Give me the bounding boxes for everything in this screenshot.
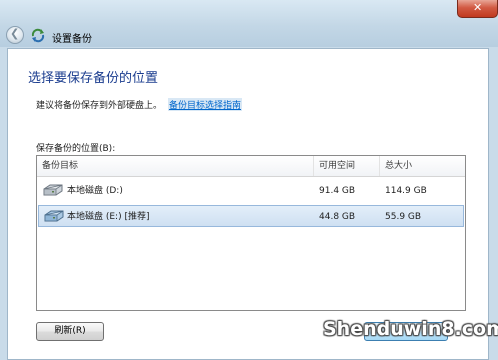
column-header-free[interactable]: 可用空间 [319, 156, 355, 176]
drive-name: 本地磁盘 (E:) [推荐] [67, 212, 150, 222]
column-divider [379, 156, 380, 176]
backup-icon [31, 28, 45, 43]
back-button[interactable]: ❮ [6, 26, 24, 44]
total-size: 55.9 GB [385, 212, 422, 222]
list-label: 保存备份的位置(B): [36, 144, 116, 154]
list-header: 备份目标 可用空间 总大小 [37, 156, 465, 177]
column-header-target[interactable]: 备份目标 [42, 156, 78, 176]
help-link[interactable]: 备份目标选择指南 [168, 98, 243, 111]
back-arrow-icon: ❮ [10, 27, 20, 40]
title-bar: ✕ ❮ 设置备份 [0, 0, 498, 47]
total-size: 114.9 GB [385, 186, 427, 196]
drive-name: 本地磁盘 (D:) [67, 186, 123, 196]
close-button[interactable]: ✕ [457, 0, 498, 18]
list-row-e[interactable]: 本地磁盘 (E:) [推荐] 44.8 GB 55.9 GB [38, 205, 464, 227]
column-divider [313, 156, 314, 176]
free-space: 44.8 GB [319, 212, 356, 222]
hard-drive-icon [43, 184, 63, 196]
info-text: 建议将备份保存到外部硬盘上。 [36, 101, 163, 111]
close-icon: ✕ [473, 1, 483, 14]
watermark: Shenduwin8.com [323, 318, 498, 340]
column-header-total[interactable]: 总大小 [385, 156, 412, 176]
page-heading: 选择要保存备份的位置 [28, 71, 159, 86]
backup-location-list[interactable]: 备份目标 可用空间 总大小 本地磁盘 (D:) 91.4 GB 114.9 GB… [36, 155, 466, 311]
refresh-button[interactable]: 刷新(R) [36, 322, 104, 341]
free-space: 91.4 GB [319, 186, 356, 196]
hard-drive-icon [44, 210, 64, 222]
list-row-d[interactable]: 本地磁盘 (D:) 91.4 GB 114.9 GB [38, 180, 464, 202]
window-title: 设置备份 [52, 34, 92, 45]
